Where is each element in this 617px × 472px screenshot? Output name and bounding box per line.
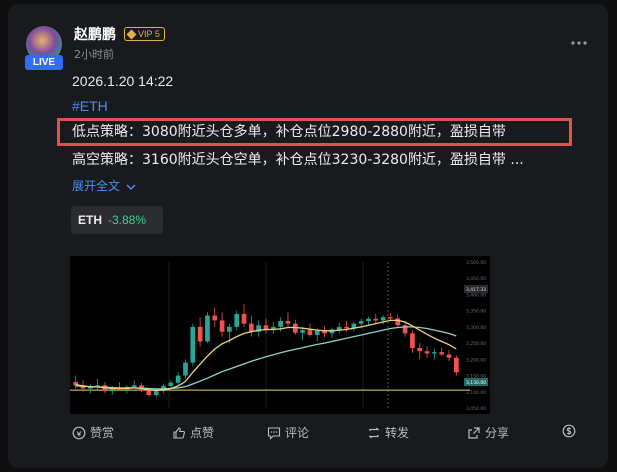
- y-tick-label: 3,100.00: [466, 390, 486, 396]
- candle-body: [307, 330, 313, 335]
- chart-svg: 3,500.00 3,450.00 3,400.00 3,350.00 3,300.00…: [70, 260, 488, 412]
- candle-body: [241, 313, 247, 324]
- share-icon: [468, 426, 480, 439]
- more-dots-icon[interactable]: [570, 36, 588, 46]
- expand-label: 展开全文: [72, 179, 121, 193]
- expand-full-text-link[interactable]: 展开全文: [72, 177, 136, 194]
- candle-body: [373, 318, 379, 321]
- post-date: 2026.1.20 14:22: [72, 73, 174, 89]
- live-badge[interactable]: LIVE: [25, 55, 63, 70]
- candle-body: [358, 321, 364, 324]
- comment-icon: [267, 426, 281, 440]
- vip-badge: VIP 5: [124, 27, 165, 41]
- crypto-tip-button[interactable]: [562, 424, 576, 438]
- price-chart[interactable]: 3,500.00 3,450.00 3,400.00 3,350.00 3,300.00…: [70, 256, 490, 414]
- candle-body: [146, 390, 152, 396]
- post-text-line-2: 高空策略：3160附近头仓空单，补仓点位3230-3280附近，盈损自带 ...: [72, 152, 524, 168]
- comment-label: 评论: [285, 426, 310, 440]
- candle-body: [278, 321, 283, 327]
- candle-body: [453, 357, 459, 373]
- candle-body: [153, 391, 159, 396]
- ticker-symbol: ETH: [78, 213, 102, 227]
- candle-body: [131, 385, 137, 387]
- candle-body: [439, 352, 445, 355]
- comment-button[interactable]: 评论: [267, 424, 309, 441]
- candle-body: [300, 330, 305, 333]
- repost-button[interactable]: 转发: [367, 424, 409, 441]
- y-tick-label: 3,400.00: [466, 292, 486, 298]
- candle-body: [212, 315, 218, 321]
- like-label: 点赞: [190, 426, 215, 440]
- y-tick-label: 3,250.00: [466, 341, 486, 347]
- repost-icon: [368, 427, 380, 438]
- candle-body: [249, 323, 254, 332]
- candle-body: [168, 382, 174, 386]
- y-tick-label: 3,050.00: [466, 406, 486, 412]
- y-tick-label: 3,500.00: [466, 260, 486, 266]
- candle-body: [446, 354, 452, 358]
- vip-diamond-icon: [126, 29, 137, 39]
- candle-body: [380, 317, 386, 321]
- y-axis-labels: 3,500.00 3,450.00 3,400.00 3,350.00 3,300.00…: [464, 260, 488, 412]
- hashtag-link[interactable]: #ETH: [72, 98, 108, 114]
- y-tick-label: 3,200.00: [466, 357, 486, 363]
- chart-grid: [70, 262, 470, 408]
- post-time: 2小时前: [74, 48, 114, 61]
- ticker-change: -3.88%: [108, 213, 147, 227]
- tip-label: 赞赏: [90, 426, 115, 440]
- y-tick-label: 3,350.00: [466, 309, 486, 315]
- thumbs-up-icon: [173, 426, 185, 439]
- candle-body: [344, 326, 349, 329]
- like-button[interactable]: 点赞: [172, 424, 214, 441]
- ticker-chip[interactable]: ETH -3.88%: [71, 206, 163, 234]
- share-button[interactable]: 分享: [467, 424, 509, 441]
- candle-body: [175, 375, 181, 383]
- candle-body: [410, 333, 415, 348]
- candle-body: [417, 347, 423, 352]
- dollar-coin-icon: [562, 424, 576, 438]
- candle-body: [366, 318, 371, 322]
- candle-body: [183, 362, 188, 376]
- price-tag-current: 3,130.00: [466, 380, 486, 386]
- coin-icon: [72, 426, 86, 439]
- tip-button[interactable]: 赞赏: [72, 424, 114, 441]
- candle-body: [197, 326, 203, 342]
- candle-body: [388, 317, 393, 319]
- y-tick-label: 3,300.00: [466, 325, 486, 331]
- candle-body: [227, 326, 232, 332]
- candle-body: [205, 315, 210, 342]
- price-tag-top: 3,417.33: [466, 287, 486, 293]
- share-label: 分享: [485, 426, 510, 440]
- candle-body: [336, 326, 342, 330]
- candle-body: [219, 320, 225, 332]
- candle-body: [285, 321, 291, 324]
- candle-body: [314, 330, 320, 335]
- repost-label: 转发: [385, 426, 410, 440]
- chevron-down-icon: [126, 184, 136, 190]
- candle-body: [432, 352, 437, 354]
- candle-body: [424, 351, 430, 354]
- candle-body: [234, 313, 240, 327]
- y-tick-label: 3,450.00: [466, 276, 486, 282]
- action-bar: 赞赏 点赞 评论 转发 分享: [62, 424, 582, 444]
- highlight-box: [57, 118, 572, 146]
- username[interactable]: 赵鹏鹏: [74, 24, 116, 44]
- candle-body: [190, 326, 196, 363]
- vip-label: VIP 5: [138, 29, 160, 39]
- candle-body: [395, 318, 401, 326]
